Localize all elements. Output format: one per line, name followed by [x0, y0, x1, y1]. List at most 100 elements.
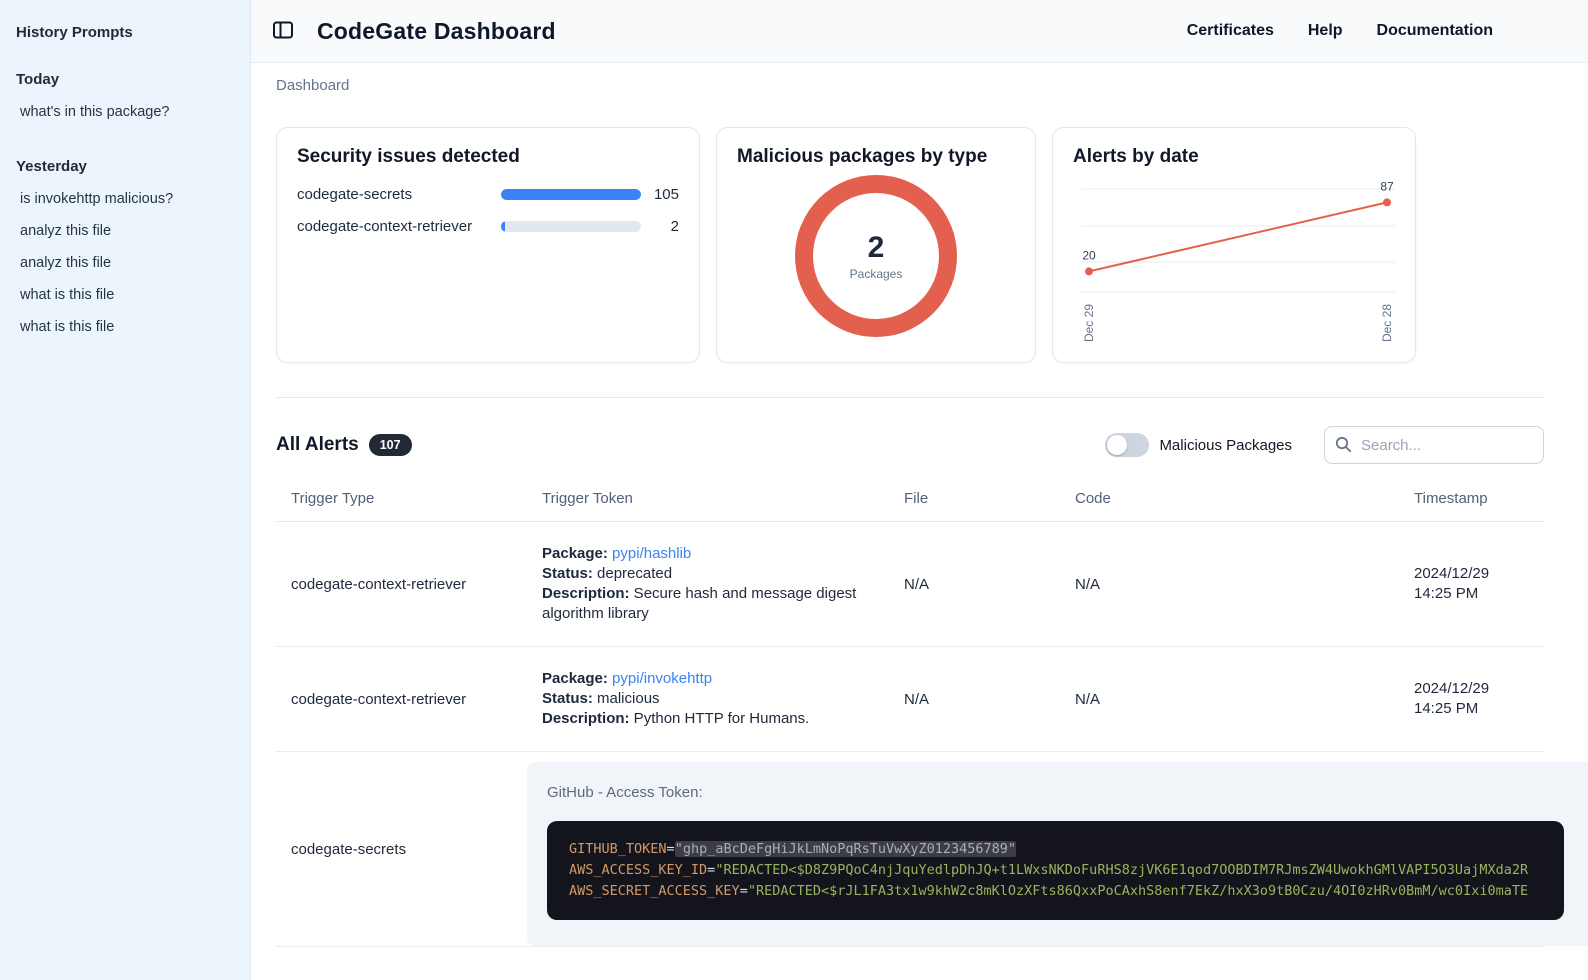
code-line: AWS_ACCESS_KEY_ID="REDACTED<$D8Z9PQoC4nj…	[569, 860, 1542, 881]
redacted-secret-value: "REDACTED<$D8Z9PQoC4njJquYedlpDhJQ+t1LWx…	[715, 862, 1529, 878]
toggle-label: Malicious Packages	[1159, 436, 1292, 454]
timestamp-time: 14:25 PM	[1414, 585, 1479, 602]
breadcrumb[interactable]: Dashboard	[276, 63, 1544, 94]
column-header: Trigger Token	[542, 490, 633, 507]
env-var-name: AWS_SECRET_ACCESS_KEY	[569, 883, 740, 899]
progress-bar-track	[501, 221, 641, 232]
sidebar-title: History Prompts	[16, 24, 133, 41]
table-header-row: Trigger Type Trigger Token File Code Timesta…	[276, 478, 1544, 522]
toggle-knob	[1107, 435, 1128, 455]
file-cell: N/A	[904, 690, 930, 708]
secret-code-block: GITHUB_TOKEN="ghp_aBcDeFgHiJkLmNoPqRsTuV…	[547, 821, 1564, 920]
alerts-header: All Alerts 107 Malicious Packages	[276, 426, 1544, 464]
secret-panel-label: GitHub - Access Token:	[547, 784, 703, 801]
donut-chart: 2 Packages	[737, 168, 1015, 344]
svg-text:20: 20	[1082, 248, 1096, 262]
sidebar-section-heading: Today	[16, 71, 60, 88]
timestamp-time: 14:25 PM	[1414, 700, 1479, 717]
timestamp-cell: 2024/12/29 14:25 PM	[1399, 679, 1544, 719]
content: Dashboard Security issues detected codeg…	[251, 63, 1588, 980]
security-issue-value: 2	[670, 218, 679, 235]
topbar: CodeGate Dashboard Certificates Help Docum…	[251, 0, 1588, 63]
status-line: Status: deprecated	[542, 565, 673, 582]
equals-sign: =	[666, 841, 675, 857]
sidebar-section: Today what's in this package?	[16, 71, 234, 128]
timestamp-date: 2024/12/29	[1414, 565, 1490, 582]
alert-row-secrets: codegate-secrets GitHub - Access Token: GI…	[276, 752, 1588, 947]
sidebar-section-heading: Yesterday	[16, 158, 87, 175]
code-line: GITHUB_TOKEN="ghp_aBcDeFgHiJkLmNoPqRsTuV…	[569, 839, 1542, 860]
secret-detail-panel: GitHub - Access Token: GITHUB_TOKEN="ghp_…	[527, 762, 1588, 946]
alerts-by-date-card: Alerts by date 20 Dec 29 87 Dec 28	[1052, 127, 1416, 363]
nav-link-help[interactable]: Help	[1308, 22, 1343, 40]
package-label: Package:	[542, 670, 608, 687]
section-divider	[276, 397, 1544, 398]
donut-unit-label: Packages	[849, 267, 903, 281]
all-alerts-title: All Alerts	[276, 434, 359, 455]
security-bar-list: codegate-secrets 105 codegate-context-retr…	[297, 186, 679, 235]
history-prompts-sidebar: History Prompts Today what's in this pack…	[0, 0, 251, 980]
description-line: Description: Python HTTP for Humans.	[542, 710, 810, 727]
package-line: Package: pypi/hashlib	[542, 544, 865, 564]
progress-bar-fill	[501, 221, 506, 232]
security-issue-row: codegate-secrets 105	[297, 186, 679, 203]
package-link[interactable]: pypi/hashlib	[612, 545, 691, 562]
security-issue-label: codegate-secrets	[297, 186, 413, 203]
svg-text:87: 87	[1380, 179, 1394, 193]
alerts-table: Trigger Type Trigger Token File Code Timesta…	[276, 478, 1588, 947]
main-area: CodeGate Dashboard Certificates Help Docum…	[251, 0, 1588, 980]
alert-row: codegate-context-retriever Package: pypi/…	[276, 522, 1544, 647]
package-link[interactable]: pypi/invokehttp	[612, 670, 712, 687]
security-issue-label: codegate-context-retriever	[297, 218, 473, 235]
card-title: Alerts by date	[1073, 146, 1199, 167]
history-prompt-item[interactable]: analyz this file	[16, 247, 234, 279]
history-prompt-item[interactable]: analyz this file	[16, 215, 234, 247]
code-cell: N/A	[1075, 575, 1101, 593]
alert-row: codegate-context-retriever Package: pypi/…	[276, 647, 1544, 752]
search-box	[1324, 426, 1544, 464]
donut-ring: 2 Packages	[795, 175, 957, 337]
trigger-token-cell: Package: pypi/invokehttp Status: maliciou…	[527, 669, 889, 729]
sidebar-section: Yesterday is invokehttp malicious? analyz …	[16, 158, 234, 343]
description-label: Description:	[542, 710, 630, 727]
timestamp-date: 2024/12/29	[1414, 680, 1490, 697]
timestamp-cell: 2024/12/29 14:25 PM	[1399, 564, 1544, 604]
code-line: AWS_SECRET_ACCESS_KEY="REDACTED<$rJL1FA3…	[569, 881, 1542, 902]
security-issue-row: codegate-context-retriever 2	[297, 218, 679, 235]
status-label: Status:	[542, 690, 593, 707]
nav-link-documentation[interactable]: Documentation	[1377, 22, 1493, 40]
history-prompt-item[interactable]: what is this file	[16, 311, 234, 343]
top-navigation: Certificates Help Documentation	[1187, 22, 1493, 40]
alert-count-badge: 107	[368, 434, 412, 456]
svg-text:Dec 28: Dec 28	[1380, 304, 1394, 342]
history-prompt-item[interactable]: is invokehttp malicious?	[16, 183, 234, 215]
svg-text:Dec 29: Dec 29	[1082, 304, 1096, 342]
line-chart: 20 Dec 29 87 Dec 28	[1081, 179, 1395, 342]
history-prompt-item[interactable]: what's in this package?	[16, 96, 234, 128]
search-input[interactable]	[1324, 426, 1544, 464]
description-line: Description: Secure hash and message dig…	[542, 585, 857, 622]
column-header: File	[904, 490, 929, 507]
security-issue-value: 105	[653, 186, 679, 203]
progress-bar-track	[501, 189, 641, 200]
table-body: codegate-context-retriever Package: pypi/…	[276, 522, 1588, 947]
status-label: Status:	[542, 565, 593, 582]
security-issues-card: Security issues detected codegate-secret…	[276, 127, 700, 363]
donut-count: 2	[867, 231, 885, 264]
package-line: Package: pypi/invokehttp	[542, 669, 865, 689]
redacted-secret-value: "REDACTED<$rJL1FA3tx1w9khW2c8mKlOzXFts86…	[747, 883, 1529, 899]
column-header: Code	[1075, 490, 1111, 507]
equals-sign: =	[739, 883, 748, 899]
history-prompt-item[interactable]: what is this file	[16, 279, 234, 311]
malicious-packages-toggle[interactable]	[1105, 433, 1150, 457]
sidebar-toggle-button[interactable]	[265, 12, 301, 51]
trigger-token-cell: Package: pypi/hashlib Status: deprecated D…	[527, 544, 889, 624]
panel-left-icon	[271, 18, 295, 45]
env-var-name: AWS_ACCESS_KEY_ID	[569, 862, 708, 878]
nav-link-certificates[interactable]: Certificates	[1187, 22, 1274, 40]
summary-cards: Security issues detected codegate-secret…	[276, 127, 1544, 363]
malicious-packages-card: Malicious packages by type 2 Packages	[716, 127, 1036, 363]
card-title: Malicious packages by type	[737, 146, 988, 167]
highlighted-secret-value: "ghp_aBcDeFgHiJkLmNoPqRsTuVwXyZ012345678…	[674, 841, 1017, 857]
search-icon	[1335, 436, 1352, 458]
